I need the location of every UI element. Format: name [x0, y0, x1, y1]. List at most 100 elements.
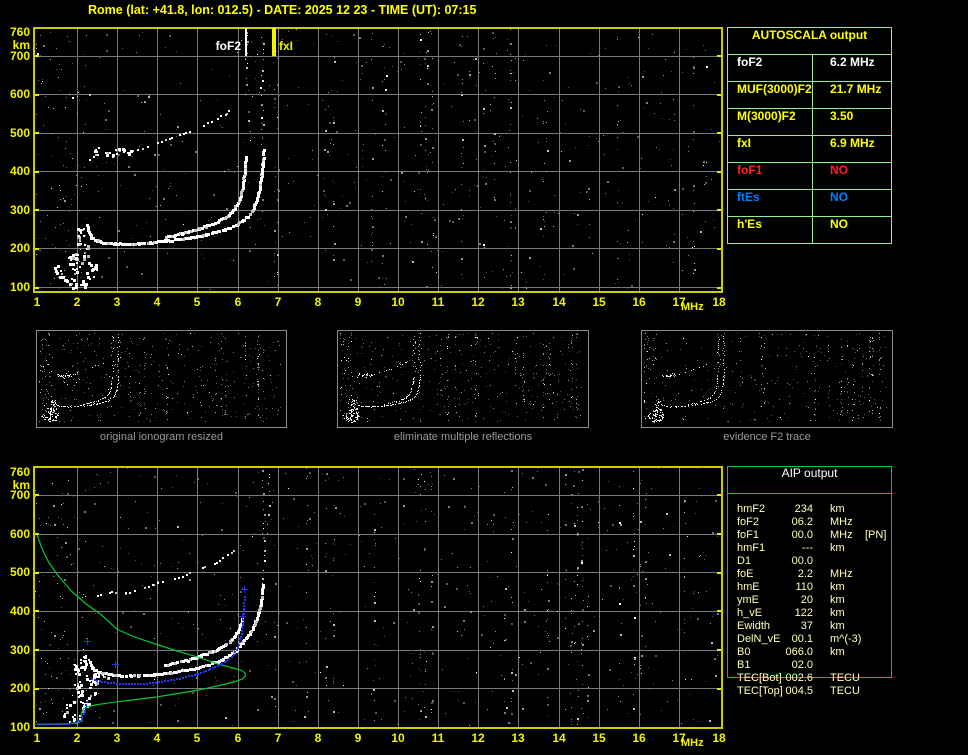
aip-label: foE — [737, 568, 754, 580]
x-tick-label: 18 — [712, 731, 726, 745]
thumbnail-original-ionogram — [36, 330, 287, 428]
autoscala-param-name: h'Es — [728, 217, 813, 243]
aip-label: h_vE — [737, 607, 763, 619]
y-tick-label: 300 — [9, 643, 30, 657]
fxI-marker-line — [272, 28, 276, 56]
aip-unit: km — [830, 646, 845, 658]
aip-table-header: AIP output — [727, 466, 892, 494]
thumbnail-caption-eliminate: eliminate multiple reflections — [393, 431, 533, 443]
aip-label: B0 — [737, 646, 751, 658]
aip-row-foE: 2.2 foE MHz — [727, 568, 892, 581]
autoscala-param-name: MUF(3000)F2 — [728, 82, 813, 108]
y-tick-label: 700 — [9, 49, 30, 63]
top-ionogram-canvas — [33, 27, 723, 293]
x-tick-label: 10 — [391, 731, 405, 745]
aip-unit: TECU — [830, 685, 860, 697]
aip-label: hmF2 — [737, 503, 766, 515]
x-tick-label: 18 — [712, 295, 726, 309]
y-tick-label: 300 — [9, 203, 30, 217]
aip-row-TEC[Top]: 004.5 TEC[Top] TECU — [727, 685, 892, 698]
autoscala-row-foF2: foF2 6.2 MHz — [728, 55, 891, 82]
x-tick-label: 12 — [471, 731, 485, 745]
autoscala-row-foF1: foF1 NO — [728, 163, 891, 190]
foF2-marker-label: foF2 — [215, 39, 241, 53]
x-tick-label: 13 — [511, 731, 525, 745]
aip-row-ymE: 20 ymE km — [727, 594, 892, 607]
aip-row-hmE: 110 hmE km — [727, 581, 892, 594]
y-tick-label: 400 — [9, 604, 30, 618]
autoscala-param-value: 21.7 MHz — [830, 82, 882, 96]
y-tick-label: 500 — [9, 126, 30, 140]
x-tick-label: 9 — [354, 731, 362, 745]
x-axis-unit: MHz — [681, 737, 704, 749]
y-tick-label: 200 — [9, 681, 30, 695]
y-axis-top-label: 760 — [9, 465, 30, 479]
x-tick-label: 3 — [113, 731, 121, 745]
x-tick-label: 15 — [592, 731, 606, 745]
x-tick-label: 1 — [33, 295, 41, 309]
autoscala-row-ftEs: ftEs NO — [728, 190, 891, 217]
aip-unit: km — [830, 503, 845, 515]
y-axis-top-label: 760 — [9, 25, 30, 39]
x-tick-label: 3 — [113, 295, 121, 309]
aip-label: D1 — [737, 555, 752, 567]
autoscala-row-MUF(3000)F2: MUF(3000)F2 21.7 MHz — [728, 82, 891, 109]
x-tick-label: 12 — [471, 295, 485, 309]
autoscala-param-name: foF2 — [728, 55, 813, 81]
aip-row-foF2: 06.2 foF2 MHz — [727, 516, 892, 529]
y-tick-label: 600 — [9, 527, 30, 541]
fxI-marker-label: fxI — [279, 39, 294, 53]
x-tick-label: 8 — [314, 295, 322, 309]
aip-label: ymE — [737, 594, 759, 606]
aip-unit: TECU — [830, 672, 860, 684]
aip-row-Ewidth: 37 Ewidth km — [727, 620, 892, 633]
aip-row-B1: 02.0 B1 — [727, 659, 892, 672]
thumbnail-evidence-canvas — [642, 331, 890, 425]
x-tick-label: 8 — [314, 731, 322, 745]
y-tick-label: 200 — [9, 241, 30, 255]
autoscala-param-name: foF1 — [728, 163, 813, 189]
autoscala-param-name: fxI — [728, 136, 813, 162]
aip-label: TEC[Top] — [737, 685, 783, 697]
aip-label: hmF1 — [737, 542, 766, 554]
autoscala-param-value: NO — [830, 190, 848, 204]
aip-row-TEC[Bot]: 002.6 TEC[Bot] TECU — [727, 672, 892, 685]
autoscala-row-fxI: fxI 6.9 MHz — [728, 136, 891, 163]
autoscala-row-h'Es: h'Es NO — [728, 217, 891, 243]
aip-row-DelN_vE: 00.1 DelN_vE m^(-3) — [727, 633, 892, 646]
aip-unit: MHz — [830, 516, 853, 528]
aip-output-table: AIP output 234 hmF2 km 06.2 foF2 MHz 00.0 foF1 M… — [727, 466, 893, 712]
aip-unit: km — [830, 594, 845, 606]
y-tick-label: 600 — [9, 87, 30, 101]
autoscala-row-M(3000)F2: M(3000)F2 3.50 — [728, 109, 891, 136]
aip-unit: m^(-3) — [830, 633, 862, 645]
y-tick-label: 100 — [9, 720, 30, 734]
autoscala-table-header: AUTOSCALA output — [728, 28, 891, 55]
x-axis-unit: MHz — [681, 301, 704, 313]
aip-unit: km — [830, 542, 845, 554]
x-tick-label: 5 — [193, 731, 201, 745]
aip-row-foF1: 00.0 foF1 MHz [PN] — [727, 529, 892, 542]
x-tick-label: 5 — [193, 295, 201, 309]
y-tick-label: 500 — [9, 565, 30, 579]
aip-label: foF2 — [737, 516, 760, 528]
bottom-ionogram-canvas — [33, 466, 723, 729]
y-tick-label: 400 — [9, 164, 30, 178]
autoscala-param-value: 3.50 — [830, 109, 854, 123]
aip-unit: km — [830, 607, 845, 619]
x-tick-label: 10 — [391, 295, 405, 309]
x-tick-label: 2 — [73, 731, 81, 745]
thumbnail-eliminate-reflections — [337, 330, 589, 428]
aip-label: hmE — [737, 581, 760, 593]
x-tick-label: 11 — [431, 295, 445, 309]
x-tick-label: 2 — [73, 295, 81, 309]
autoscala-table-rows: foF2 6.2 MHz MUF(3000)F2 21.7 MHz M(3000)F2 3… — [728, 55, 891, 243]
x-tick-label: 6 — [234, 295, 242, 309]
aip-unit: MHz — [830, 568, 853, 580]
thumbnail-eliminate-canvas — [338, 331, 586, 425]
x-tick-label: 4 — [153, 295, 161, 309]
autoscala-param-value: NO — [830, 163, 848, 177]
x-tick-label: 9 — [354, 295, 362, 309]
thumbnail-evidence-f2 — [641, 330, 893, 428]
thumbnail-original-canvas — [37, 331, 284, 425]
